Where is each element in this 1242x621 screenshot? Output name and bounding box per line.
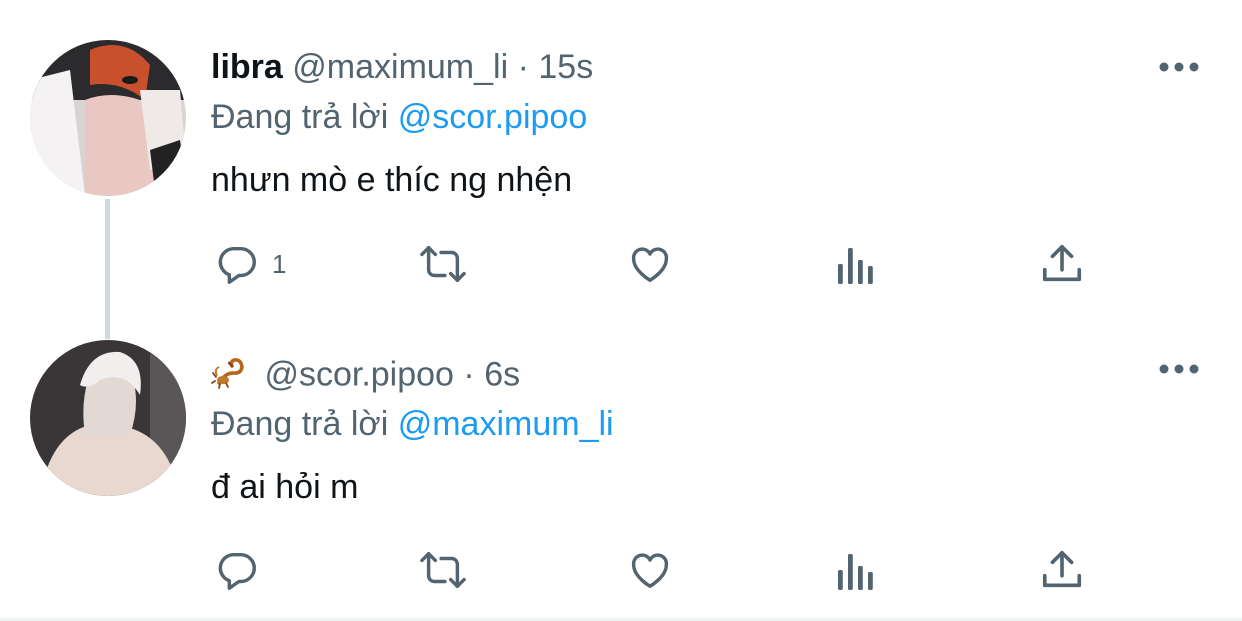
like-icon [626, 241, 674, 287]
like-icon [626, 547, 674, 593]
timestamp[interactable]: 6s [484, 355, 520, 393]
reply-button[interactable]: 1 [214, 234, 286, 294]
retweet-button[interactable] [416, 234, 470, 294]
views-icon [834, 548, 878, 592]
retweet-button[interactable] [416, 540, 470, 600]
action-bar [0, 540, 1242, 600]
replying-to: Đang trả lời @scor.pipoo [211, 98, 587, 137]
reply-icon [214, 241, 260, 287]
reply-count: 1 [272, 248, 287, 279]
tweet[interactable]: libra @maximum_li · 15s Đang trả lời @sc… [0, 0, 1242, 339]
separator: · [463, 355, 475, 394]
tweet[interactable]: @scor.pipoo · 6s Đang trả lời @maximum_l… [0, 320, 1242, 618]
reply-icon [214, 547, 260, 593]
share-icon [1040, 241, 1084, 287]
handle[interactable]: @maximum_li [292, 48, 508, 86]
tweet-header: libra @maximum_li · 15s [211, 48, 593, 87]
handle[interactable]: @scor.pipoo [264, 355, 454, 393]
tweet-text: đ ai hỏi m [211, 468, 359, 506]
scorpion-emoji-icon[interactable] [211, 353, 249, 400]
avatar[interactable] [30, 340, 186, 496]
reply-prefix: Đang trả lời [211, 405, 389, 443]
replying-to: Đang trả lời @maximum_li [211, 405, 614, 444]
timestamp[interactable]: 15s [538, 48, 593, 86]
reply-mention[interactable]: @scor.pipoo [398, 98, 588, 136]
retweet-icon [416, 547, 470, 593]
views-icon [834, 242, 878, 286]
share-button[interactable] [1040, 540, 1084, 600]
more-icon[interactable] [1158, 359, 1200, 379]
reply-button[interactable] [214, 540, 260, 600]
retweet-icon [416, 241, 470, 287]
separator: · [517, 48, 529, 86]
share-button[interactable] [1040, 234, 1084, 294]
reply-prefix: Đang trả lời [211, 98, 389, 136]
more-icon[interactable] [1158, 57, 1200, 77]
tweet-text: nhưn mò e thíc ng nhện [211, 161, 573, 199]
action-bar: 1 [0, 234, 1242, 294]
display-name[interactable]: libra [211, 48, 283, 86]
views-button[interactable] [834, 540, 878, 600]
avatar[interactable] [30, 40, 186, 196]
reply-mention[interactable]: @maximum_li [398, 405, 614, 443]
tweet-header: @scor.pipoo · 6s [211, 353, 520, 400]
like-button[interactable] [626, 234, 674, 294]
views-button[interactable] [834, 234, 878, 294]
share-icon [1040, 547, 1084, 593]
like-button[interactable] [626, 540, 674, 600]
